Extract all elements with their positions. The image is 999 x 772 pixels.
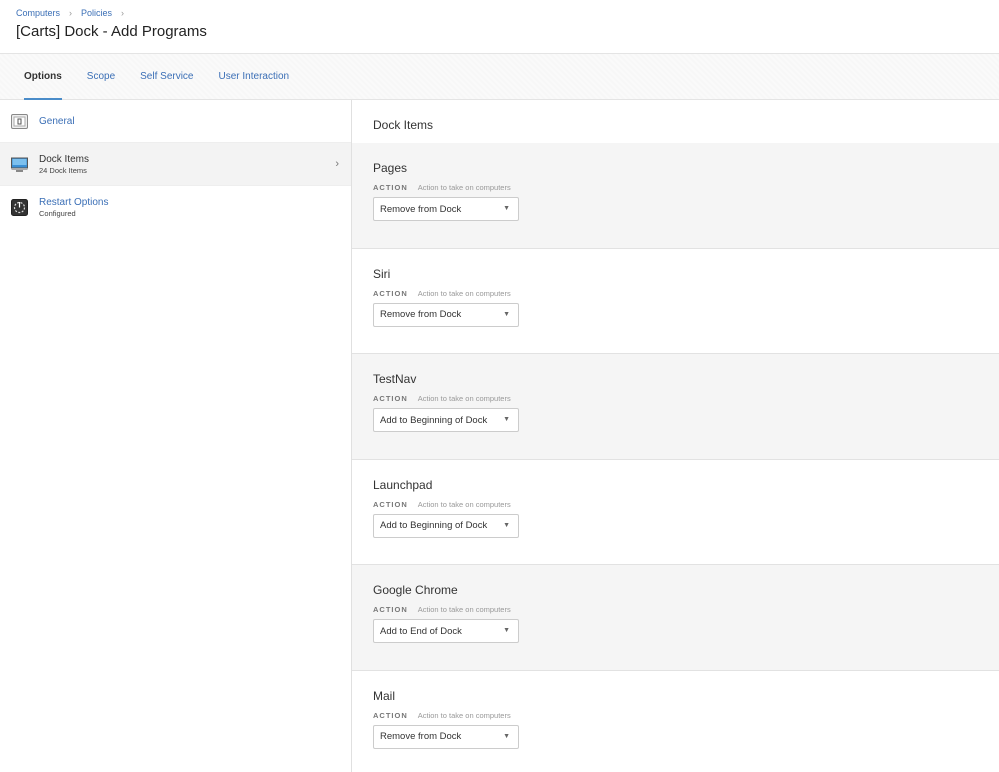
action-label: ACTION bbox=[373, 394, 408, 404]
action-select-value: Add to Beginning of Dock bbox=[380, 520, 488, 532]
action-select[interactable]: Remove from Dock ▼ bbox=[373, 197, 519, 221]
sidebar-item-dock-items[interactable]: Dock Items 24 Dock Items › bbox=[0, 143, 351, 186]
sidebar-item-restart-options[interactable]: Restart Options Configured bbox=[0, 186, 351, 229]
breadcrumb-policies[interactable]: Policies bbox=[81, 8, 112, 18]
sidebar-item-sublabel: 24 Dock Items bbox=[39, 165, 87, 175]
caret-down-icon: ▼ bbox=[503, 310, 510, 318]
dock-item-name: Google Chrome bbox=[373, 583, 458, 598]
tab-bar: Options Scope Self Service User Interact… bbox=[0, 53, 999, 100]
action-select-value: Remove from Dock bbox=[380, 731, 462, 743]
breadcrumb: Computers › Policies › bbox=[16, 7, 983, 19]
dock-item-section: Mail ACTION Action to take on computers … bbox=[352, 670, 999, 772]
caret-down-icon: ▼ bbox=[503, 416, 510, 424]
action-label: ACTION bbox=[373, 605, 408, 615]
tab-user-interaction[interactable]: User Interaction bbox=[219, 54, 290, 99]
chevron-right-icon: › bbox=[69, 8, 73, 18]
breadcrumb-computers[interactable]: Computers bbox=[16, 8, 60, 18]
restart-icon bbox=[11, 199, 28, 216]
caret-down-icon: ▼ bbox=[503, 732, 510, 740]
sidebar-item-label: Restart Options bbox=[39, 197, 109, 208]
dock-item-name: TestNav bbox=[373, 372, 417, 387]
dock-item-name: Launchpad bbox=[373, 477, 433, 492]
caret-down-icon: ▼ bbox=[503, 521, 510, 529]
action-select[interactable]: Add to End of Dock ▼ bbox=[373, 619, 519, 644]
action-select-value: Remove from Dock bbox=[380, 203, 462, 215]
action-select-value: Remove from Dock bbox=[380, 309, 462, 321]
dock-item-name: Mail bbox=[373, 688, 396, 703]
action-help-text: Action to take on computers bbox=[417, 288, 511, 298]
action-label: ACTION bbox=[373, 499, 408, 509]
action-label: ACTION bbox=[373, 288, 408, 298]
main-panel: Dock Items Pages ACTION Action to take o… bbox=[352, 100, 999, 772]
action-select[interactable]: Add to Beginning of Dock ▼ bbox=[373, 408, 519, 433]
dock-item-section: Pages ACTION Action to take on computers… bbox=[352, 143, 999, 249]
dock-item-section: Google Chrome ACTION Action to take on c… bbox=[352, 565, 999, 671]
action-select[interactable]: Remove from Dock ▼ bbox=[373, 302, 519, 327]
chevron-right-icon: › bbox=[335, 158, 339, 170]
action-help-text: Action to take on computers bbox=[417, 183, 511, 192]
action-select[interactable]: Add to Beginning of Dock ▼ bbox=[373, 513, 519, 538]
dock-item-name: Siri bbox=[373, 266, 391, 281]
action-help-text: Action to take on computers bbox=[417, 605, 511, 615]
sidebar-item-label: General bbox=[39, 115, 75, 127]
action-label: ACTION bbox=[373, 710, 408, 720]
action-help-text: Action to take on computers bbox=[417, 499, 511, 509]
tab-options[interactable]: Options bbox=[24, 54, 62, 100]
chevron-right-icon: › bbox=[121, 8, 125, 18]
tab-scope[interactable]: Scope bbox=[87, 54, 115, 99]
section-title: Dock Items bbox=[352, 100, 999, 143]
dock-item-section: Launchpad ACTION Action to take on compu… bbox=[352, 459, 999, 566]
general-icon bbox=[11, 113, 28, 129]
action-select-value: Add to Beginning of Dock bbox=[380, 414, 488, 426]
dock-icon bbox=[11, 157, 28, 172]
action-select[interactable]: Remove from Dock ▼ bbox=[373, 724, 519, 749]
action-select-value: Add to End of Dock bbox=[380, 625, 462, 637]
action-help-text: Action to take on computers bbox=[417, 394, 511, 404]
dock-item-section: TestNav ACTION Action to take on compute… bbox=[352, 354, 999, 460]
dock-item-section: Siri ACTION Action to take on computers … bbox=[352, 248, 999, 355]
action-help-text: Action to take on computers bbox=[417, 710, 511, 720]
page-header: Computers › Policies › [Carts] Dock - Ad… bbox=[0, 0, 999, 53]
action-label: ACTION bbox=[373, 183, 408, 192]
page-title: [Carts] Dock - Add Programs bbox=[16, 23, 207, 40]
sidebar-item-general[interactable]: General bbox=[0, 100, 351, 143]
caret-down-icon: ▼ bbox=[503, 205, 510, 212]
dock-item-name: Pages bbox=[373, 161, 408, 175]
caret-down-icon: ▼ bbox=[503, 627, 510, 635]
sidebar: General Dock Items 24 Dock Items › Resta… bbox=[0, 100, 352, 772]
tab-self-service[interactable]: Self Service bbox=[140, 54, 193, 99]
sidebar-item-label: Dock Items bbox=[39, 153, 90, 165]
sidebar-item-sublabel: Configured bbox=[39, 209, 76, 218]
